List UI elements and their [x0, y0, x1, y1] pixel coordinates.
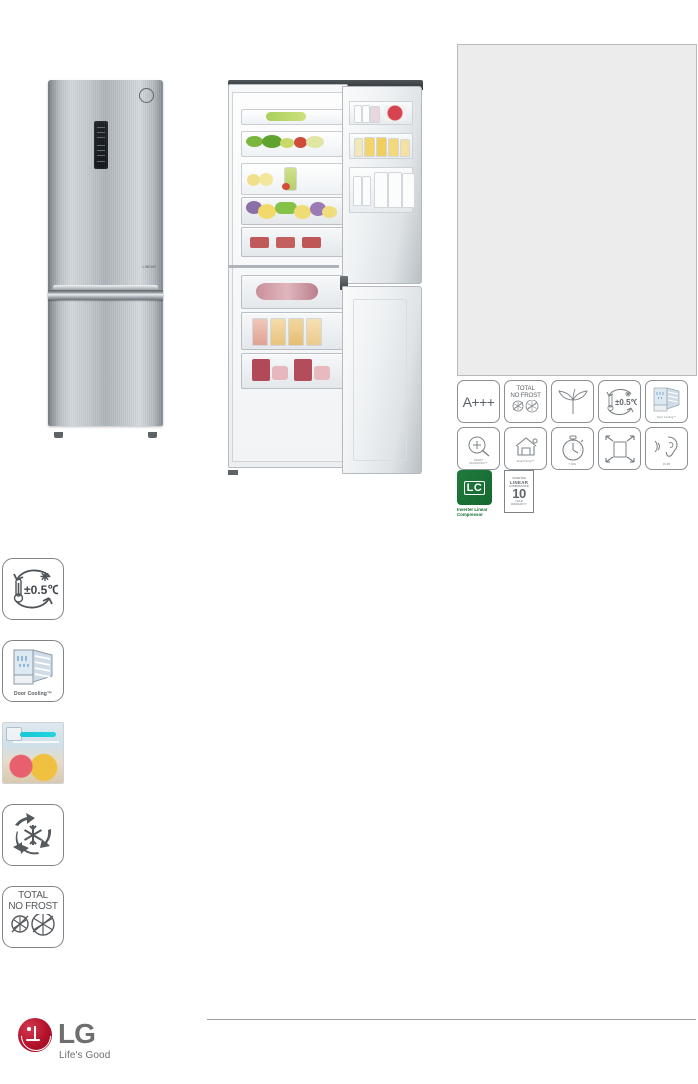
food-item	[322, 206, 337, 218]
photo-highlight-bar	[20, 732, 56, 737]
fridge-door-open	[342, 86, 422, 284]
food-item	[294, 359, 312, 381]
food-item	[400, 139, 410, 157]
food-item	[259, 173, 273, 186]
food-item	[402, 173, 415, 208]
thumbnail-photo	[3, 723, 63, 783]
svg-text:±0.5℃: ±0.5℃	[24, 583, 58, 597]
total-no-frost-icon[interactable]: TOTAL NO FROST	[504, 380, 547, 423]
lc-mark-icon: LC	[457, 470, 492, 505]
badge-row: LC Inverter Linear Compressor INVERTER LI…	[457, 470, 534, 518]
food-item	[362, 176, 371, 206]
display-panel	[94, 121, 108, 169]
door-cooling-label: Door Cooling™	[14, 691, 52, 697]
feature-icon-grid: A+++ TOTAL NO FROST ±0.5 Door Cooling™ S…	[457, 380, 697, 474]
fresh-converter-icon[interactable]	[551, 380, 594, 423]
lg-face-icon	[14, 1014, 58, 1058]
product-image-closed: LINEAR	[48, 80, 163, 438]
freezer-drawer	[241, 275, 345, 309]
shelf	[241, 109, 345, 125]
feature-icon-row: A+++ TOTAL NO FROST ±0.5 Door Cooling™	[457, 380, 697, 423]
svg-text:±0.5℃: ±0.5℃	[615, 398, 637, 407]
fresh-drawer	[241, 227, 345, 257]
food-item	[258, 204, 276, 219]
door-bin	[349, 167, 415, 213]
product-image-open	[228, 80, 423, 475]
door-bin	[349, 101, 413, 125]
fast-freeze-timer-icon[interactable]: 7 MIN	[551, 427, 594, 470]
specification-panel	[457, 44, 697, 376]
food-item	[252, 318, 268, 346]
food-item	[246, 136, 263, 147]
food-item	[376, 137, 387, 157]
compartment-divider	[229, 265, 339, 268]
crisper-drawer	[241, 197, 345, 225]
fridge-body: LINEAR	[48, 80, 163, 426]
food-item	[364, 137, 375, 157]
food-item	[370, 106, 380, 123]
fridge-feet	[48, 432, 163, 438]
food-item	[388, 138, 399, 157]
food-item	[384, 105, 406, 121]
precise-temperature-icon[interactable]: ±0.5℃	[598, 380, 641, 423]
food-item	[270, 318, 286, 346]
food-item	[276, 237, 295, 248]
lg-wordmark: LG	[58, 1018, 96, 1049]
smart-diagnosis-icon[interactable]: SMART DIAGNOSIS™	[457, 427, 500, 470]
food-item	[374, 172, 388, 208]
shelf	[241, 131, 345, 157]
lg-logo-mark	[14, 1014, 58, 1058]
freezer-drawer	[241, 353, 345, 389]
photo-shelf-line	[13, 741, 59, 743]
lg-badge-on-door	[137, 88, 155, 110]
low-noise-icon[interactable]: 36 dB	[645, 427, 688, 470]
inverter-linear-compressor-badge[interactable]: LC Inverter Linear Compressor	[457, 470, 499, 518]
food-item	[306, 136, 324, 148]
precise-temperature-icon[interactable]: ±0.5℃	[2, 558, 64, 620]
feature-column: ±0.5℃ Door Cooling™ TOTAL NO FROST	[2, 558, 64, 968]
freezer-drawer	[241, 312, 345, 350]
food-item	[280, 138, 294, 148]
food-item	[266, 112, 306, 121]
food-item	[252, 359, 270, 381]
big-capacity-icon[interactable]	[598, 427, 641, 470]
feature-icon-row: SMART DIAGNOSIS™ SmartThinQ™ 7 MIN 36 dB	[457, 427, 697, 470]
door-cooling-icon[interactable]: Door Cooling™	[645, 380, 688, 423]
freezer-door-open	[342, 286, 422, 474]
total-no-frost-icon[interactable]: TOTAL NO FROST	[2, 886, 64, 948]
food-item	[362, 105, 370, 123]
food-item	[256, 283, 318, 300]
food-item	[288, 318, 304, 346]
smart-thinq-icon[interactable]: SmartThinQ™	[504, 427, 547, 470]
food-item	[388, 172, 402, 208]
food-item	[354, 105, 362, 123]
food-item	[282, 183, 290, 190]
linear-badge: LINEAR	[142, 265, 156, 269]
food-item	[353, 176, 362, 206]
door-bin	[349, 133, 413, 159]
lg-tagline: Life's Good	[59, 1050, 111, 1061]
door-gap	[48, 290, 163, 300]
footer-divider	[207, 1019, 696, 1020]
total-no-frost-label: TOTAL NO FROST	[8, 890, 58, 912]
fridge-interior	[229, 92, 345, 462]
fresh-food-thumbnail[interactable]	[2, 722, 64, 784]
warranty-badge[interactable]: INVERTER LINEAR COMPRESSOR 10 YEAR WARRA…	[504, 470, 534, 513]
energy-rating-icon[interactable]: A+++	[457, 380, 500, 423]
compressor-label: Inverter Linear Compressor	[457, 507, 488, 518]
food-item	[302, 237, 321, 248]
food-item	[306, 318, 322, 346]
food-item	[354, 138, 363, 157]
door-cooling-icon[interactable]: Door Cooling™	[2, 640, 64, 702]
food-item	[314, 366, 330, 380]
multi-air-flow-icon[interactable]	[2, 804, 64, 866]
shelf	[241, 163, 345, 195]
food-item	[272, 366, 288, 380]
fridge-foot	[228, 470, 238, 475]
lg-logo: LG Life's Good	[14, 1014, 138, 1068]
food-item	[262, 135, 282, 148]
food-item	[250, 237, 269, 248]
food-item	[294, 205, 311, 219]
